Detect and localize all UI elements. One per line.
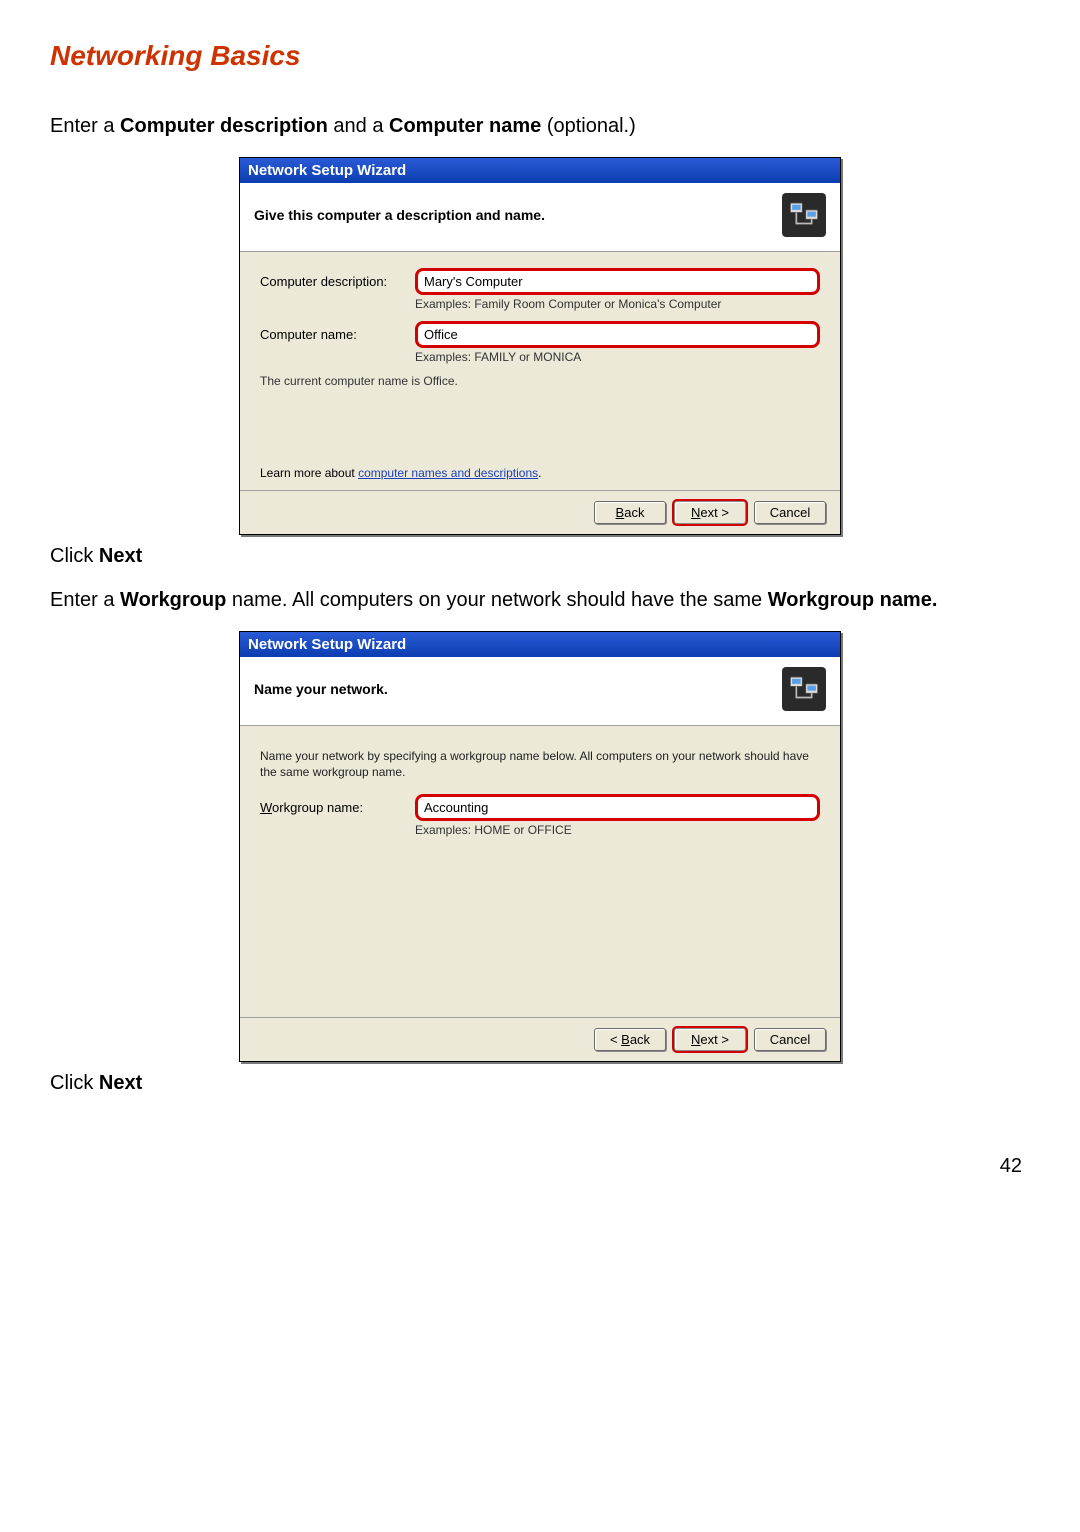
instruction-2: Enter a Workgroup name. All computers on… — [50, 586, 1030, 615]
wizard1-header: Give this computer a description and nam… — [240, 183, 840, 252]
instr2-pre: Enter a — [50, 589, 120, 611]
instr1-pre: Enter a — [50, 115, 120, 137]
network-computers-icon — [782, 667, 826, 711]
workgroup-name-label: Workgroup name: — [260, 800, 415, 815]
wizard-computer-name: Network Setup Wizard Give this computer … — [239, 157, 841, 535]
click-next-2-pre: Click — [50, 1072, 99, 1094]
page-title: Networking Basics — [50, 40, 1030, 72]
instr1-post: (optional.) — [541, 115, 636, 137]
computer-name-input[interactable] — [415, 321, 820, 348]
workgroup-name-hint: Examples: HOME or OFFICE — [415, 823, 820, 837]
wizard1-titlebar: Network Setup Wizard — [240, 158, 840, 183]
instr1-b1: Computer description — [120, 115, 328, 137]
current-computer-name: The current computer name is Office. — [260, 374, 820, 388]
wizard-workgroup: Network Setup Wizard Name your network. … — [239, 631, 841, 1062]
computer-description-input[interactable] — [415, 268, 820, 295]
page-number: 42 — [50, 1155, 1030, 1178]
wizard1-button-row: Back Next > Cancel — [240, 490, 840, 534]
wizard2-titlebar: Network Setup Wizard — [240, 632, 840, 657]
learn-pre: Learn more about — [260, 466, 358, 480]
instr2-mid: name. All computers on your network shou… — [226, 589, 767, 611]
back-button[interactable]: < Back — [594, 1028, 666, 1051]
wizard2-body-text: Name your network by specifying a workgr… — [260, 748, 820, 780]
learn-more-line: Learn more about computer names and desc… — [260, 466, 820, 480]
instr1-b2: Computer name — [389, 115, 541, 137]
computer-name-hint: Examples: FAMILY or MONICA — [415, 350, 820, 364]
workgroup-name-input[interactable] — [415, 794, 820, 821]
click-next-1-pre: Click — [50, 545, 99, 567]
instruction-1: Enter a Computer description and a Compu… — [50, 112, 1030, 141]
wizard2-header-text: Name your network. — [254, 681, 388, 697]
computer-description-hint: Examples: Family Room Computer or Monica… — [415, 297, 820, 311]
wizard1-header-text: Give this computer a description and nam… — [254, 207, 545, 223]
cancel-button[interactable]: Cancel — [754, 501, 826, 524]
click-next-2-b: Next — [99, 1072, 142, 1094]
click-next-1: Click Next — [50, 545, 1030, 568]
back-button[interactable]: Back — [594, 501, 666, 524]
next-button[interactable]: Next > — [674, 501, 746, 524]
learn-post: . — [538, 466, 541, 480]
click-next-1-b: Next — [99, 545, 142, 567]
wizard2-header: Name your network. — [240, 657, 840, 726]
click-next-2: Click Next — [50, 1072, 1030, 1095]
next-button[interactable]: Next > — [674, 1028, 746, 1051]
wizard1-body: Computer description: Examples: Family R… — [240, 252, 840, 490]
computer-description-label: Computer description: — [260, 274, 415, 289]
wizard2-body: Name your network by specifying a workgr… — [240, 726, 840, 1017]
learn-more-link[interactable]: computer names and descriptions — [358, 466, 538, 480]
instr2-b1: Workgroup — [120, 589, 226, 611]
network-computers-icon — [782, 193, 826, 237]
wizard2-button-row: < Back Next > Cancel — [240, 1017, 840, 1061]
instr1-mid: and a — [328, 115, 389, 137]
computer-name-label: Computer name: — [260, 327, 415, 342]
instr2-b2: Workgroup name. — [768, 589, 938, 611]
cancel-button[interactable]: Cancel — [754, 1028, 826, 1051]
